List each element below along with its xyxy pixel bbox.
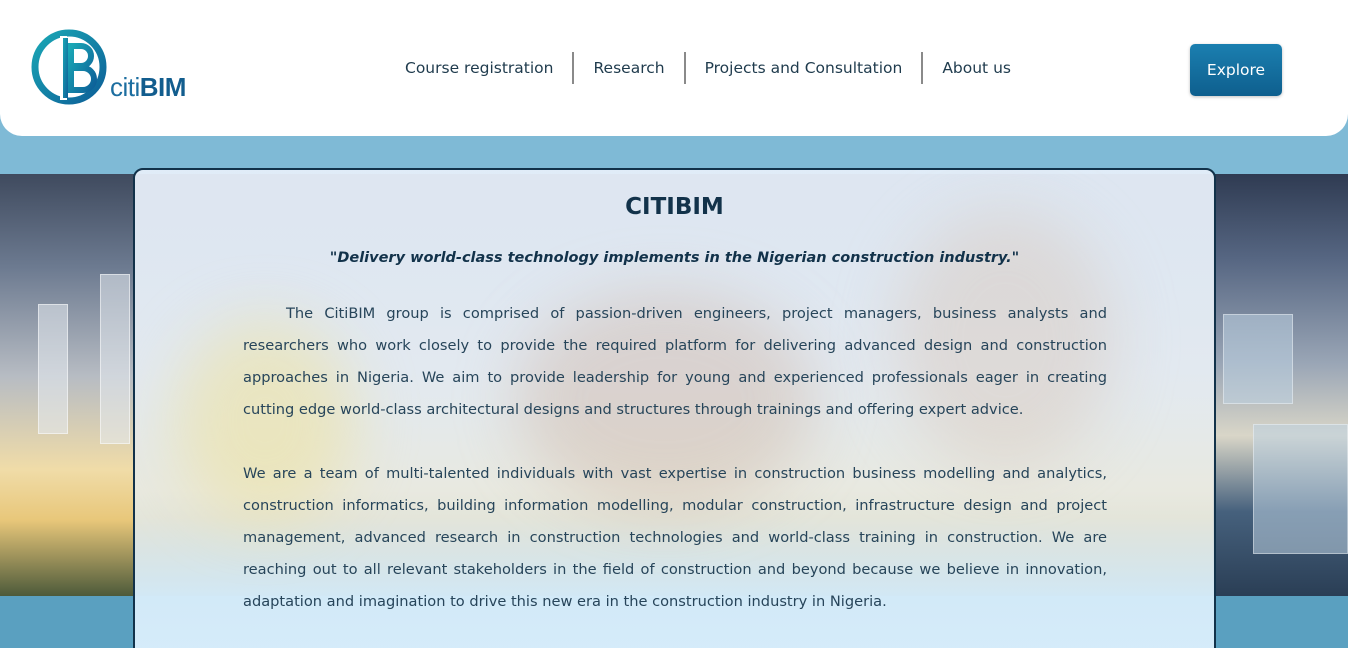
tagline: "Delivery world-class technology impleme… [329, 250, 1020, 266]
building-shape [100, 274, 130, 444]
about-card: CITIBIM "Delivery world-class technology… [133, 168, 1216, 648]
nav-about-us[interactable]: About us [923, 52, 1030, 84]
main-nav: Course registration Research Projects an… [386, 52, 1030, 84]
building-shape [38, 304, 68, 434]
explore-button[interactable]: Explore [1190, 44, 1282, 96]
building-shape [1223, 314, 1293, 404]
nav-projects-and-consultation[interactable]: Projects and Consultation [686, 52, 922, 84]
page-title: CITIBIM [625, 194, 724, 220]
nav-course-registration[interactable]: Course registration [386, 52, 572, 84]
left-city-skyline [0, 174, 135, 596]
building-shape [1253, 424, 1348, 554]
site-header: citiBIM Course registration Research Pro… [0, 0, 1348, 136]
citibim-logo-mark-icon [31, 29, 107, 105]
about-paragraph-1: The CitiBIM group is comprised of passio… [243, 305, 1107, 418]
about-paragraph-2: We are a team of multi-talented individu… [243, 465, 1107, 610]
logo-wordmark: citiBIM [110, 72, 186, 103]
logo-wordmark-bold: BIM [139, 72, 187, 102]
right-city-skyline [1213, 174, 1348, 596]
nav-research[interactable]: Research [574, 52, 683, 84]
logo-wordmark-light: citi [110, 72, 140, 102]
citibim-logo[interactable]: citiBIM [30, 28, 200, 110]
